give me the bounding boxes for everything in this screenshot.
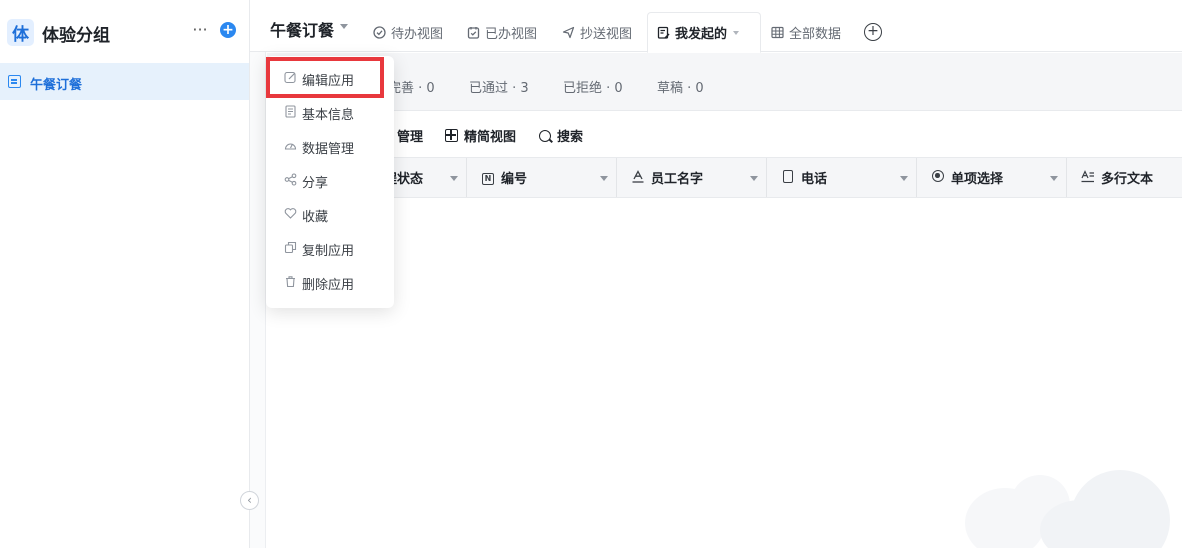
form-icon (8, 75, 21, 88)
tab-label: 全部数据 (789, 27, 842, 42)
menu-item-copy-app[interactable]: 复制应用 (266, 234, 394, 264)
group-avatar: 体 (7, 19, 34, 46)
compact-view-label: 精简视图 (464, 130, 517, 145)
sidebar-header: 体 体验分组 ··· + (0, 0, 250, 64)
app-actions-menu: 编辑应用 基本信息 数据管理 分享 收藏 复制应用 删除应用 (266, 56, 394, 308)
menu-item-label: 分享 (302, 175, 329, 191)
tab-done[interactable]: 已办视图 (458, 12, 545, 53)
phone-icon (781, 169, 795, 186)
manage-label: 管理 (397, 130, 424, 145)
sidebar: 体 体验分组 ··· + 午餐订餐 (0, 0, 250, 548)
add-app-icon[interactable]: + (220, 22, 236, 38)
column-menu-icon[interactable] (450, 176, 458, 181)
filter-incomplete[interactable]: 完善 · 0 (388, 77, 435, 96)
compact-view-button[interactable]: 精简视图 (445, 126, 516, 145)
tab-caret-icon[interactable] (733, 30, 740, 35)
tab-label: 抄送视图 (580, 27, 633, 42)
column-menu-icon[interactable] (900, 176, 908, 181)
menu-item-label: 复制应用 (302, 243, 355, 259)
menu-item-label: 编辑应用 (302, 73, 355, 89)
edit-icon (283, 71, 297, 87)
manage-button[interactable]: 管理 (397, 126, 423, 145)
filter-rejected[interactable]: 已拒绝 · 0 (563, 77, 623, 96)
table-header: 程状态 N 编号 员工名字 电话 单项选择 多行文本 (267, 157, 1182, 198)
text-icon (631, 169, 645, 186)
heart-icon (283, 207, 297, 223)
menu-item-edit-app[interactable]: 编辑应用 (266, 64, 394, 94)
column-menu-icon[interactable] (1050, 176, 1058, 181)
radio-icon (931, 170, 945, 185)
app-title-caret-icon[interactable] (340, 24, 348, 29)
send-icon (561, 26, 575, 40)
status-filter-bar: 完善 · 0 已通过 · 3 已拒绝 · 0 草稿 · 0 (267, 53, 1182, 111)
column-label: 多行文本 (1101, 172, 1154, 187)
tab-label: 已办视图 (485, 27, 538, 42)
column-label: 编号 (501, 172, 528, 187)
column-label: 电话 (801, 172, 828, 187)
sidebar-item-label: 午餐订餐 (30, 78, 83, 93)
tab-todo[interactable]: 待办视图 (364, 12, 451, 53)
menu-item-share[interactable]: 分享 (266, 166, 394, 196)
table-icon (770, 26, 784, 40)
search-icon (539, 129, 551, 142)
column-phone[interactable]: 电话 (767, 158, 917, 197)
tab-initiated[interactable]: 我发起的 (647, 12, 761, 53)
copy-icon (283, 241, 297, 257)
column-label: 员工名字 (651, 172, 704, 187)
menu-item-label: 删除应用 (302, 277, 355, 293)
tab-label: 我发起的 (675, 27, 728, 42)
search-label: 搜索 (557, 130, 584, 145)
add-view-icon[interactable]: + (864, 23, 882, 41)
number-icon: N (481, 171, 495, 185)
filter-draft[interactable]: 草稿 · 0 (657, 77, 704, 96)
menu-item-delete-app[interactable]: 删除应用 (266, 268, 394, 298)
form-edit-icon (656, 26, 670, 40)
table-toolbar: 管理 精简视图 搜索 (267, 112, 1182, 156)
sidebar-item-lunch-order[interactable]: 午餐订餐 (0, 63, 249, 100)
calendar-check-icon (466, 26, 480, 40)
group-title: 体验分组 (42, 26, 110, 46)
more-icon[interactable]: ··· (190, 20, 210, 42)
trash-icon (283, 275, 297, 291)
column-multiline-text[interactable]: 多行文本 (1067, 158, 1182, 197)
column-label: 单项选择 (951, 172, 1004, 187)
check-circle-icon (372, 26, 386, 40)
view-tabbar: 午餐订餐 待办视图 已办视图 抄送视图 我发起的 全部数据 + (250, 0, 1182, 53)
tab-all-data[interactable]: 全部数据 (762, 12, 849, 53)
share-icon (283, 173, 297, 189)
menu-item-data-management[interactable]: 数据管理 (266, 132, 394, 162)
tab-label: 待办视图 (391, 27, 444, 42)
info-doc-icon (283, 105, 297, 121)
menu-item-label: 收藏 (302, 209, 329, 225)
menu-item-label: 基本信息 (302, 107, 355, 123)
grid-icon (445, 129, 458, 142)
menu-item-label: 数据管理 (302, 141, 355, 157)
column-menu-icon[interactable] (750, 176, 758, 181)
multiline-text-icon (1081, 169, 1095, 186)
search-button[interactable]: 搜索 (539, 126, 583, 145)
filter-approved[interactable]: 已通过 · 3 (469, 77, 529, 96)
collapse-sidebar-icon[interactable]: ‹ (240, 491, 259, 510)
menu-item-basic-info[interactable]: 基本信息 (266, 98, 394, 128)
inner-divider (250, 0, 266, 548)
dashboard-icon (283, 139, 297, 155)
column-number[interactable]: N 编号 (467, 158, 617, 197)
column-employee-name[interactable]: 员工名字 (617, 158, 767, 197)
tab-cc[interactable]: 抄送视图 (553, 12, 640, 53)
menu-item-favorite[interactable]: 收藏 (266, 200, 394, 230)
column-menu-icon[interactable] (600, 176, 608, 181)
app-title[interactable]: 午餐订餐 (270, 17, 334, 41)
column-single-choice[interactable]: 单项选择 (917, 158, 1067, 197)
